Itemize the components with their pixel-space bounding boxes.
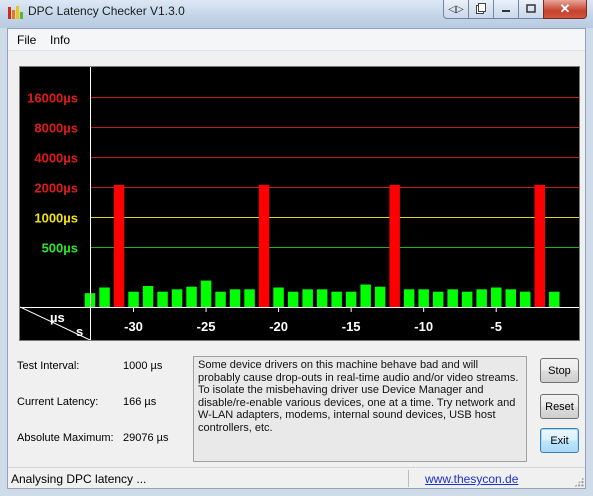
bar-6 (171, 289, 183, 307)
stop-button[interactable]: Stop (540, 358, 579, 383)
x-tick-label--25: -25 (197, 319, 216, 334)
x-tick-label--30: -30 (124, 319, 143, 334)
bar-28 (491, 287, 502, 307)
bar-29 (505, 289, 516, 307)
bar-12 (258, 184, 270, 307)
y-tick-label-2000: 2000µs (34, 181, 78, 196)
bar-26 (461, 291, 473, 307)
latency-chart-svg: 16000µs 8000µs 4000µs 2000µs 1000µs 500µs µss -… (20, 67, 579, 340)
test-interval-value: 1000 µs (123, 360, 163, 372)
bar-27 (476, 289, 487, 307)
latency-chart: 16000µs 8000µs 4000µs 2000µs 1000µs 500µs µs s -… (19, 66, 580, 341)
bar-0 (84, 293, 96, 307)
reset-button[interactable]: Reset (540, 394, 579, 419)
caption-buttons: ◁▷ ✕ (443, 0, 587, 20)
resize-grip-icon[interactable] (574, 477, 584, 487)
bar-8 (200, 280, 212, 307)
app-icon (7, 5, 23, 21)
bar-18 (345, 291, 357, 307)
website-link[interactable]: www.thesycon.de (425, 472, 518, 486)
window-client: File Info 16000µs 8000µs 4000µs 2000µs 1000µ… (7, 28, 586, 489)
bar-11 (244, 289, 255, 307)
bar-9 (215, 291, 226, 307)
status-separator (408, 470, 409, 487)
bar-31 (534, 184, 545, 307)
bar-21 (389, 184, 400, 307)
window-title: DPC Latency Checker V1.3.0 (28, 4, 185, 18)
y-tick-label-1000: 1000µs (34, 211, 78, 226)
bar-1 (99, 287, 110, 307)
x-tick-label--5: -5 (490, 319, 502, 334)
bar-13 (273, 287, 284, 307)
bar-19 (360, 284, 371, 307)
menu-bar: File Info (8, 29, 585, 51)
bar-4 (142, 286, 154, 307)
menu-file[interactable]: File (15, 33, 38, 47)
close-icon[interactable]: ✕ (543, 0, 587, 19)
x-tick-label--15: -15 (342, 319, 361, 334)
current-latency-value: 166 µs (123, 396, 157, 408)
bar-23 (418, 289, 429, 307)
x-tick-label--10: -10 (414, 319, 433, 334)
pages-icon[interactable] (468, 0, 494, 19)
bar-5 (157, 291, 168, 307)
y-tick-label-8000: 8000µs (34, 121, 78, 136)
bar-14 (287, 291, 299, 307)
minimize-icon[interactable] (493, 0, 519, 19)
menu-info[interactable]: Info (48, 33, 72, 47)
status-bar: Analysing DPC latency ... www.thesycon.d… (8, 467, 585, 488)
y-unit-label: µs (50, 310, 65, 325)
bar-10 (229, 289, 241, 307)
bar-22 (403, 289, 415, 307)
bar-25 (447, 289, 458, 307)
status-text: Analysing DPC latency ... (11, 472, 147, 486)
bar-20 (374, 286, 386, 307)
x-unit-label: s (76, 324, 83, 339)
bar-3 (128, 291, 139, 307)
bar-16 (316, 289, 328, 307)
bar-32 (549, 291, 560, 307)
current-latency-label: Current Latency: (17, 396, 99, 408)
bar-15 (302, 289, 313, 307)
title-bar[interactable]: DPC Latency Checker V1.3.0 ◁▷ ✕ (0, 0, 593, 28)
bar-24 (432, 291, 444, 307)
y-tick-label-16000: 16000µs (27, 91, 78, 106)
maximize-icon[interactable] (518, 0, 544, 19)
test-interval-label: Test Interval: (17, 360, 80, 372)
absolute-maximum-label: Absolute Maximum: (17, 432, 114, 444)
bar-2 (113, 184, 125, 307)
message-text: Some device drivers on this machine beha… (193, 356, 527, 462)
x-tick-label--20: -20 (269, 319, 288, 334)
y-tick-label-4000: 4000µs (34, 151, 78, 166)
bar-17 (331, 291, 342, 307)
y-tick-label-500: 500µs (42, 241, 78, 256)
bar-7 (186, 286, 197, 307)
absolute-maximum-value: 29076 µs (123, 432, 169, 444)
bar-30 (520, 291, 531, 307)
restore-icon[interactable]: ◁▷ (443, 0, 469, 19)
exit-button[interactable]: Exit (540, 428, 579, 453)
